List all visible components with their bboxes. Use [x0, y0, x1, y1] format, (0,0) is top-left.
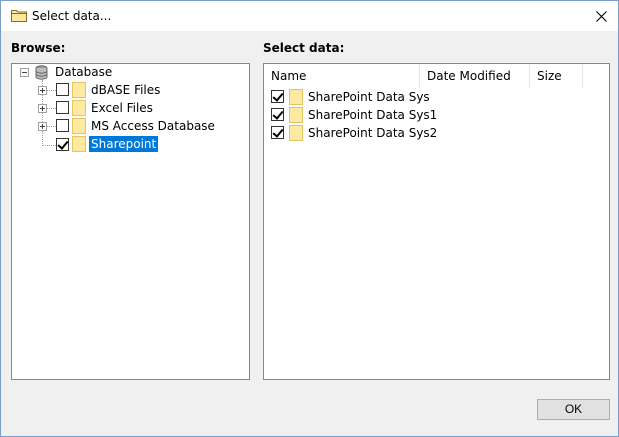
title-bar[interactable]: Select data... — [1, 1, 618, 31]
column-header-name[interactable]: Name — [264, 64, 420, 88]
sharepoint-checkbox[interactable] — [56, 138, 69, 151]
data-list[interactable]: Name Date Modified Size SharePoint Data … — [263, 63, 610, 380]
window-title: Select data... — [32, 9, 112, 23]
tree-root-label[interactable]: Database — [53, 64, 114, 80]
column-header-size[interactable]: Size — [530, 64, 583, 88]
ok-button[interactable]: OK — [537, 399, 610, 420]
expand-excel-toggle[interactable] — [38, 104, 47, 113]
row-name: SharePoint Data Sys2 — [308, 126, 438, 140]
close-button[interactable] — [584, 1, 618, 31]
browse-tree[interactable]: Database dBASE Files Excel Files MS Acce… — [11, 63, 250, 380]
folder-icon — [72, 118, 86, 134]
folder-icon — [289, 89, 303, 105]
row-name: SharePoint Data Sys1 — [308, 108, 438, 122]
tree-item-msaccess[interactable]: MS Access Database — [89, 118, 217, 134]
browse-label: Browse: — [11, 41, 66, 55]
tree-connector — [42, 145, 56, 146]
select-data-label: Select data: — [263, 41, 345, 55]
dbase-checkbox[interactable] — [56, 83, 69, 96]
tree-item-excel[interactable]: Excel Files — [89, 100, 155, 116]
msaccess-checkbox[interactable] — [56, 119, 69, 132]
expand-msaccess-toggle[interactable] — [38, 122, 47, 131]
close-icon — [595, 10, 607, 22]
root-collapse-toggle[interactable] — [20, 68, 29, 77]
database-icon — [35, 65, 48, 80]
tree-item-sharepoint[interactable]: Sharepoint — [89, 136, 159, 152]
row-checkbox[interactable] — [271, 126, 284, 139]
column-header-date-modified[interactable]: Date Modified — [420, 64, 530, 88]
folder-icon — [72, 136, 86, 152]
row-checkbox[interactable] — [271, 108, 284, 121]
row-name: SharePoint Data Sys — [308, 90, 430, 104]
expand-dbase-toggle[interactable] — [38, 86, 47, 95]
folder-icon — [72, 100, 86, 116]
excel-checkbox[interactable] — [56, 101, 69, 114]
folder-icon — [72, 82, 86, 98]
row-checkbox[interactable] — [271, 90, 284, 103]
folder-icon — [11, 10, 27, 22]
select-data-dialog: Select data... Browse: Select data: Data… — [0, 0, 619, 437]
folder-icon — [289, 107, 303, 123]
tree-item-dbase[interactable]: dBASE Files — [89, 82, 162, 98]
folder-icon — [289, 125, 303, 141]
